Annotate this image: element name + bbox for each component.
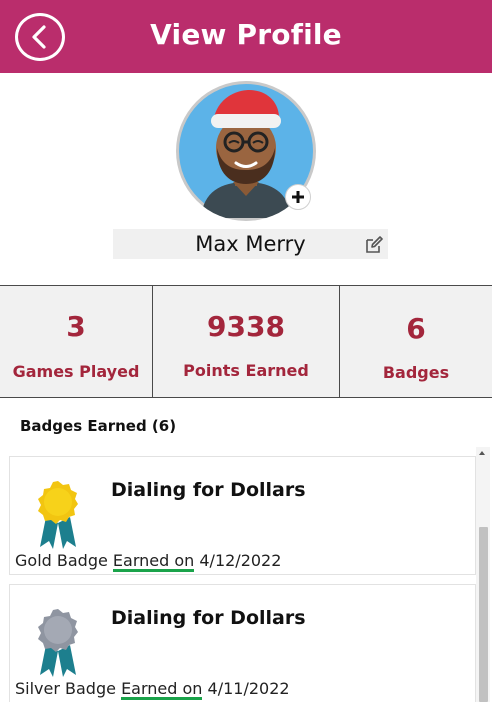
- stat-points-earned: 9338 Points Earned: [153, 286, 339, 397]
- badge-type: Gold Badge: [15, 551, 108, 570]
- badge-card[interactable]: Dialing for Dollars Silver Badge Earned …: [9, 584, 476, 702]
- list-scrollbar[interactable]: [476, 447, 490, 702]
- badge-date: 4/12/2022: [199, 551, 282, 570]
- stat-value: 6: [406, 312, 426, 345]
- edit-icon: [366, 236, 383, 253]
- stat-label: Points Earned: [183, 361, 309, 380]
- silver-medal-icon: [32, 605, 84, 685]
- badge-date: 4/11/2022: [207, 679, 290, 698]
- page-title: View Profile: [150, 18, 342, 51]
- earned-on-label: Earned on: [121, 679, 203, 700]
- stat-games-played: 3 Games Played: [0, 286, 152, 397]
- stat-value: 3: [66, 310, 86, 343]
- badge-footer: Gold Badge Earned on 4/12/2022: [15, 551, 281, 572]
- badges-section-title: Badges Earned (6): [20, 417, 177, 435]
- stat-label: Games Played: [12, 362, 140, 381]
- scroll-thumb[interactable]: [479, 527, 488, 702]
- gold-medal-icon: [32, 477, 84, 557]
- profile-name: Max Merry: [195, 232, 306, 256]
- stat-badges: 6 Badges: [340, 286, 492, 397]
- badge-title: Dialing for Dollars: [111, 607, 306, 629]
- app-header: View Profile: [0, 0, 492, 73]
- stat-value: 9338: [207, 310, 285, 343]
- badge-title: Dialing for Dollars: [111, 479, 306, 501]
- badges-list[interactable]: Dialing for Dollars Gold Badge Earned on…: [0, 447, 492, 702]
- badge-type: Silver Badge: [15, 679, 116, 698]
- edit-name-button[interactable]: [364, 235, 384, 255]
- badge-footer: Silver Badge Earned on 4/11/2022: [15, 679, 290, 700]
- add-photo-button[interactable]: [285, 184, 311, 210]
- name-field: Max Merry: [113, 229, 388, 259]
- earned-on-label: Earned on: [112, 551, 195, 572]
- stat-label: Badges: [382, 363, 450, 382]
- stats-panel: 3 Games Played 9338 Points Earned 6 Badg…: [0, 285, 492, 398]
- scroll-up-arrow-icon[interactable]: [479, 451, 485, 455]
- plus-icon: [292, 191, 304, 203]
- badge-card[interactable]: Dialing for Dollars Gold Badge Earned on…: [9, 456, 476, 575]
- profile-avatar[interactable]: [176, 81, 316, 221]
